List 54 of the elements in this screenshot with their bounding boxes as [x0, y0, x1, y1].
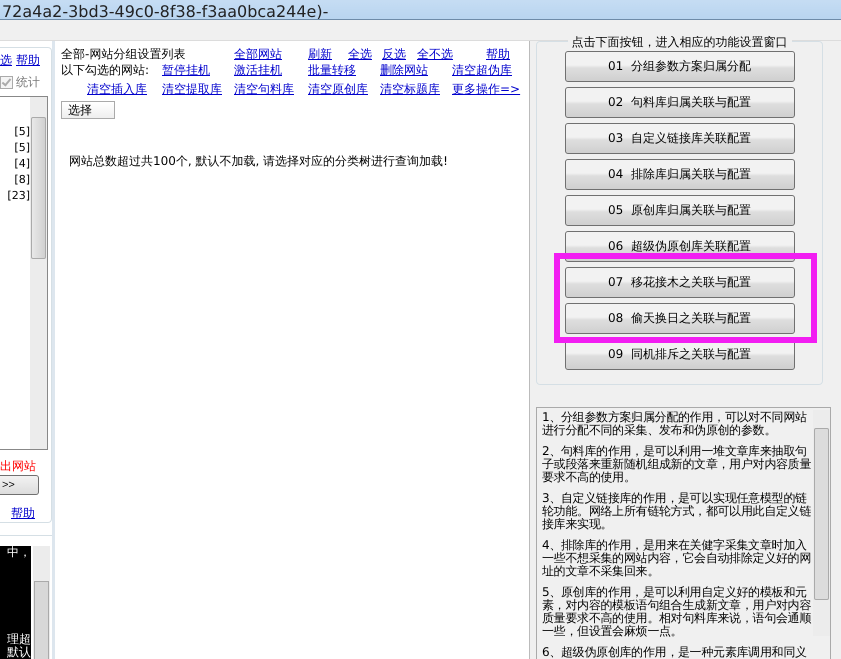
console-text: 理超 [7, 633, 31, 646]
list-item[interactable]: [5] [14, 125, 30, 138]
action-link[interactable]: 清空提取库 [162, 81, 234, 98]
description-text: 6、超级伪原创库的作用，是一种元素库调用和同义 [542, 646, 808, 659]
console-text: 默认 [7, 646, 31, 659]
selection-label: 以下勾选的网站: [61, 62, 150, 79]
function-button[interactable]: 07 移花接木之关联与配置 [564, 267, 794, 298]
link[interactable]: 全选 [348, 46, 382, 63]
action-link[interactable]: 清空标题库 [380, 81, 452, 98]
list-item[interactable]: [23] [7, 189, 30, 202]
description-text: 2、句料库的作用，是可以利用一堆文章库来抽取句子或段落来重新随机组成新的文章，用户对内容质量要求不高的使用。 [542, 445, 812, 484]
function-button[interactable]: 01 分组参数方案归属分配 [564, 51, 794, 82]
link[interactable]: 反选 [382, 46, 417, 63]
info-message: 网站总数超过共100个, 默认不加载, 请选择对应的分类树进行查询加载! [69, 153, 449, 170]
action-link[interactable]: 批量转移 [308, 62, 380, 79]
description-text: 5、原创库的作用，是可以利用自定义好的模板和元素，对内容的模板语句组合生成新文章，用户对内容质量要求不高的使用。相对句料库来说，语句会通顺一些，但设置会麻烦一点。 [542, 586, 812, 638]
action-link[interactable]: 更多操作=> [452, 81, 529, 98]
link[interactable]: 全不选 [417, 46, 486, 63]
function-button[interactable]: 02 句料库归属关联与配置 [564, 87, 794, 118]
list-box[interactable]: [5] [5] [4] [8] [23] [0, 96, 48, 450]
scrollbar[interactable] [33, 546, 50, 659]
section-title: 全部-网站分组设置列表 [61, 46, 186, 63]
action-link[interactable]: 删除网站 [380, 62, 452, 79]
action-link[interactable]: 清空超伪库 [452, 62, 529, 79]
function-button[interactable]: 03 自定义链接库关联配置 [564, 123, 794, 154]
window-title: 72a4a2-3bd3-49c0-8f38-f3aa0bca244e)- [1, 5, 328, 19]
description-text: 1、分组参数方案归属分配的作用，可以对不同网站进行分配不同的采集、发布和伪原创的参数。 [542, 411, 808, 437]
action-link[interactable]: 激活挂机 [234, 62, 308, 79]
move-button[interactable]: >> [0, 475, 39, 495]
link[interactable]: 帮助 [16, 52, 40, 69]
action-link[interactable]: 清空原创库 [308, 81, 380, 98]
function-button[interactable]: 05 原创库归属关联与配置 [564, 195, 794, 226]
action-link[interactable]: 暂停挂机 [162, 62, 234, 79]
description-text: 4、排除库的作用，是用来在关健字采集文章时加入一些不想采集的网站内容，它会自动排除定义好的网址的文章不采集回来。 [542, 539, 812, 578]
list-item[interactable]: [5] [14, 141, 30, 154]
link[interactable]: 帮助 [486, 46, 529, 63]
function-button[interactable]: 08 偷天换日之关联与配置 [564, 303, 794, 334]
select-dropdown[interactable]: 选择 [61, 101, 115, 119]
list-item[interactable]: [8] [14, 173, 30, 186]
help-link[interactable]: 帮助 [11, 505, 51, 522]
description-text: 3、自定义链接库的作用，是可以实现任意模型的链轮功能。网络上所有链轮方式，都可以用此自定义链接库来实现。 [542, 492, 812, 531]
link[interactable]: 选 [0, 52, 12, 69]
function-button[interactable]: 04 排除库归属关联与配置 [564, 159, 794, 190]
scrollbar[interactable] [813, 410, 830, 636]
remove-label: 出网站 [0, 458, 37, 476]
link[interactable]: 刷新 [308, 46, 348, 63]
group-title: 点击下面按钮，进入相应的功能设置窗口 [568, 34, 792, 51]
console-text: 中， [7, 546, 31, 559]
checkbox-label: 统计 [16, 74, 40, 91]
list-item[interactable]: [4] [14, 157, 30, 170]
action-link[interactable]: 清空插入库 [87, 81, 162, 98]
action-link[interactable]: 清空句料库 [234, 81, 308, 98]
link[interactable]: 全部网站 [234, 46, 308, 63]
scrollbar[interactable] [30, 97, 47, 450]
